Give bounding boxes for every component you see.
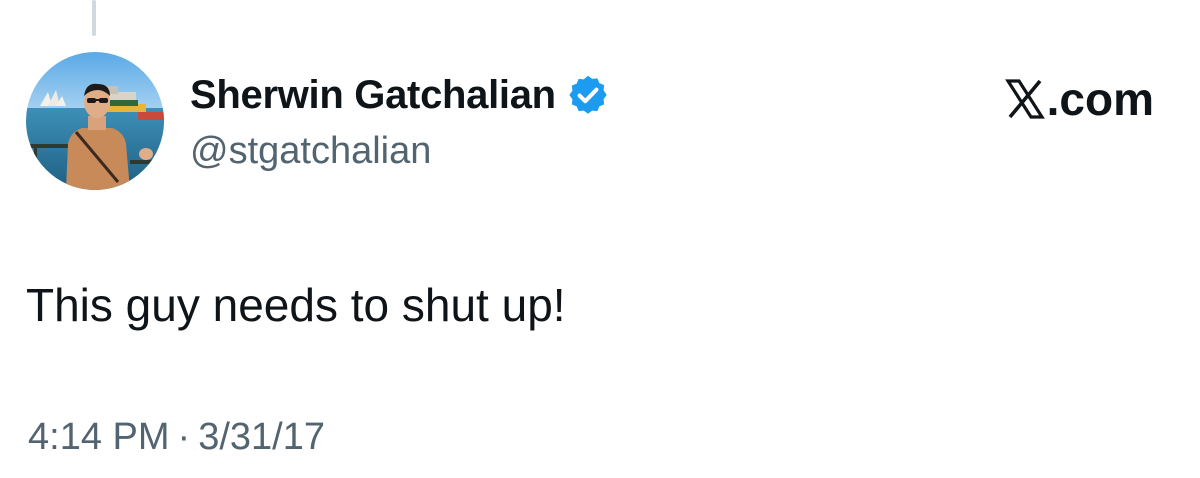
tweet-date: 3/31/17 xyxy=(198,416,325,458)
tweet-text: This guy needs to shut up! xyxy=(26,279,566,331)
tweet-timestamp[interactable]: 4:14 PM · 3/31/17 xyxy=(28,416,325,459)
brand-label: .com xyxy=(1046,73,1154,125)
thread-connector-line xyxy=(92,0,96,36)
brand-watermark: .com xyxy=(1004,72,1154,126)
timestamp-separator: · xyxy=(177,416,191,458)
avatar-photo xyxy=(26,52,164,190)
verified-badge-icon xyxy=(566,73,610,117)
x-logo-icon xyxy=(1004,77,1045,121)
author-handle[interactable]: @stgatchalian xyxy=(190,130,431,173)
author-display-name[interactable]: Sherwin Gatchalian xyxy=(190,73,556,118)
author-name-row: Sherwin Gatchalian xyxy=(190,70,610,120)
tweet-time: 4:14 PM xyxy=(28,416,170,458)
avatar[interactable] xyxy=(26,52,164,190)
